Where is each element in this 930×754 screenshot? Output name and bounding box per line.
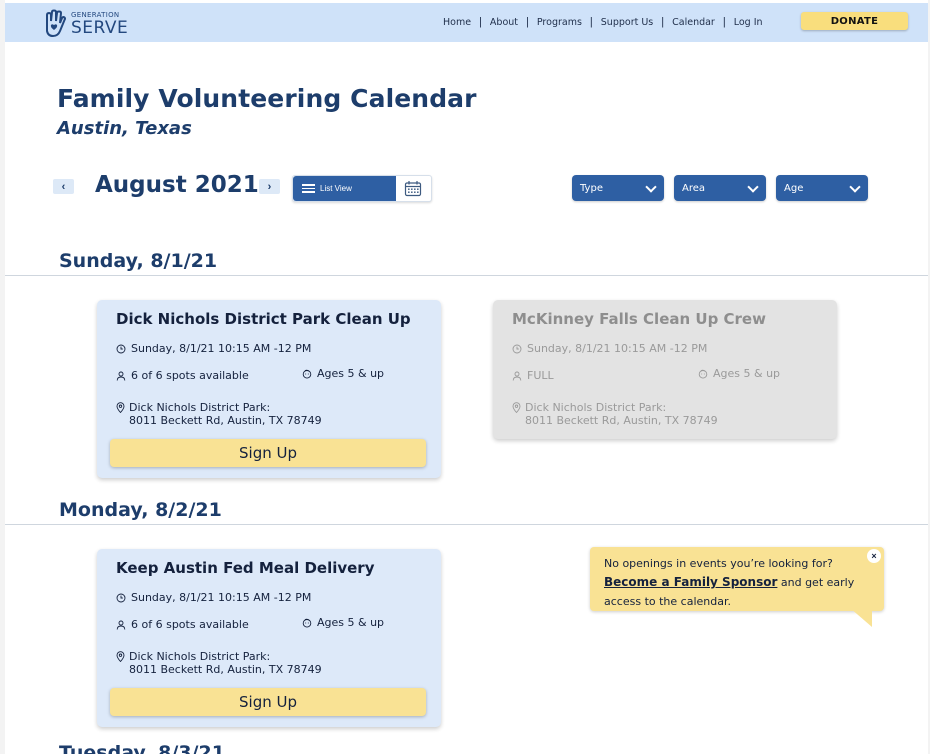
- person-icon: [116, 620, 126, 630]
- event-spots: FULL: [512, 369, 554, 382]
- nav-separator: |: [479, 16, 482, 28]
- event-address-line1: Dick Nichols District Park:: [129, 401, 271, 414]
- event-title: Dick Nichols District Park Clean Up: [116, 310, 411, 328]
- list-view-button[interactable]: List View: [293, 176, 396, 201]
- sponsor-promo-tooltip: No openings in events you’re looking for…: [590, 547, 884, 611]
- close-icon[interactable]: ×: [867, 549, 881, 563]
- sign-up-button[interactable]: Sign Up: [110, 688, 426, 716]
- hand-heart-logo-icon: [46, 9, 66, 38]
- event-spots: 6 of 6 spots available: [116, 618, 249, 631]
- filter-area-label: Area: [682, 182, 706, 194]
- page-subtitle: Austin, Texas: [57, 118, 192, 139]
- chevron-down-icon: [645, 181, 657, 193]
- day-heading: Sunday, 8/1/21: [59, 250, 218, 272]
- event-ages-text: Ages 5 & up: [317, 616, 385, 629]
- event-ages-text: Ages 5 & up: [713, 367, 781, 380]
- donate-button[interactable]: DONATE: [801, 12, 908, 30]
- month-label: August 2021: [95, 172, 259, 198]
- nav-separator: |: [722, 16, 726, 28]
- nav-calendar[interactable]: Calendar: [672, 17, 715, 28]
- filter-age-dropdown[interactable]: Age: [776, 175, 868, 201]
- event-spots-text: 6 of 6 spots available: [131, 618, 249, 631]
- child-face-icon: [302, 618, 312, 628]
- become-sponsor-link[interactable]: Become a Family Sponsor: [604, 575, 777, 589]
- event-datetime: Sunday, 8/1/21 10:15 AM -12 PM: [512, 342, 707, 355]
- generation-serve-logo[interactable]: GENERATION SERVE: [39, 9, 139, 39]
- main-nav: Home | About | Programs | Support Us | C…: [443, 16, 763, 28]
- nav-separator: |: [661, 16, 665, 28]
- event-datetime-text: Sunday, 8/1/21 10:15 AM -12 PM: [131, 342, 312, 355]
- event-ages-text: Ages 5 & up: [317, 367, 385, 380]
- clock-icon: [116, 593, 126, 602]
- location-pin-icon: [116, 651, 125, 662]
- nav-programs[interactable]: Programs: [537, 17, 582, 28]
- filter-type-label: Type: [580, 182, 603, 194]
- calendar-view-icon[interactable]: [404, 180, 422, 197]
- next-month-button[interactable]: ›: [259, 179, 280, 194]
- event-datetime-text: Sunday, 8/1/21 10:15 AM -12 PM: [131, 591, 312, 604]
- event-address: Dick Nichols District Park: 8011 Beckett…: [116, 401, 322, 427]
- page: GENERATION SERVE Home | About | Programs…: [5, 0, 928, 754]
- event-address: Dick Nichols District Park: 8011 Beckett…: [116, 650, 322, 676]
- clock-icon: [116, 344, 126, 353]
- event-ages: Ages 5 & up: [698, 367, 780, 380]
- chevron-down-icon: [849, 181, 861, 193]
- clock-icon: [512, 344, 522, 353]
- event-datetime-text: Sunday, 8/1/21 10:15 AM -12 PM: [527, 342, 708, 355]
- person-icon: [116, 371, 126, 381]
- event-datetime: Sunday, 8/1/21 10:15 AM -12 PM: [116, 591, 311, 604]
- chevron-down-icon: [747, 181, 759, 193]
- event-ages: Ages 5 & up: [302, 616, 384, 629]
- day-divider: [5, 524, 928, 525]
- view-toggle: List View: [292, 175, 432, 202]
- event-card: Keep Austin Fed Meal Delivery Sunday, 8/…: [97, 549, 441, 727]
- day-heading: Monday, 8/2/21: [59, 499, 222, 521]
- event-card: Dick Nichols District Park Clean Up Sund…: [97, 300, 441, 478]
- person-icon: [512, 371, 522, 381]
- event-title: Keep Austin Fed Meal Delivery: [116, 559, 375, 577]
- page-title: Family Volunteering Calendar: [57, 84, 477, 113]
- nav-log-in[interactable]: Log In: [734, 17, 763, 28]
- logo-big-text: SERVE: [71, 17, 129, 38]
- promo-text-line1: No openings in events you’re looking for…: [604, 557, 833, 570]
- child-face-icon: [698, 369, 708, 379]
- event-address-line2: 8011 Beckett Rd, Austin, TX 78749: [129, 663, 322, 676]
- day-divider: [5, 275, 928, 276]
- event-address-line2: 8011 Beckett Rd, Austin, TX 78749: [129, 414, 322, 427]
- location-pin-icon: [512, 402, 521, 413]
- chevron-right-icon: ›: [267, 180, 272, 193]
- filter-age-label: Age: [784, 182, 804, 194]
- event-datetime: Sunday, 8/1/21 10:15 AM -12 PM: [116, 342, 311, 355]
- event-address-line1: Dick Nichols District Park:: [129, 650, 271, 663]
- list-view-label: List View: [320, 184, 352, 193]
- promo-tooltip-tail: [850, 608, 872, 627]
- event-address-line2: 8011 Beckett Rd, Austin, TX 78749: [525, 414, 718, 427]
- nav-separator: |: [589, 16, 593, 28]
- list-icon: [302, 182, 315, 195]
- sign-up-button[interactable]: Sign Up: [110, 439, 426, 467]
- nav-home[interactable]: Home: [443, 17, 471, 28]
- location-pin-icon: [116, 402, 125, 413]
- event-address-line1: Dick Nichols District Park:: [525, 401, 667, 414]
- filter-type-dropdown[interactable]: Type: [572, 175, 664, 201]
- day-heading-partial: Tuesday, 8/3/21: [59, 742, 225, 754]
- event-title: McKinney Falls Clean Up Crew: [512, 310, 766, 328]
- nav-about[interactable]: About: [490, 17, 518, 28]
- nav-separator: |: [526, 16, 529, 28]
- chevron-left-icon: ‹: [61, 180, 66, 193]
- event-address: Dick Nichols District Park: 8011 Beckett…: [512, 401, 718, 427]
- event-card-full: McKinney Falls Clean Up Crew Sunday, 8/1…: [493, 300, 837, 439]
- event-ages: Ages 5 & up: [302, 367, 384, 380]
- child-face-icon: [302, 369, 312, 379]
- filter-area-dropdown[interactable]: Area: [674, 175, 766, 201]
- event-spots: 6 of 6 spots available: [116, 369, 249, 382]
- top-navigation-bar: GENERATION SERVE Home | About | Programs…: [5, 3, 928, 42]
- event-spots-text: 6 of 6 spots available: [131, 369, 249, 382]
- nav-support-us[interactable]: Support Us: [601, 17, 653, 28]
- event-spots-text: FULL: [527, 369, 554, 382]
- previous-month-button[interactable]: ‹: [53, 179, 74, 194]
